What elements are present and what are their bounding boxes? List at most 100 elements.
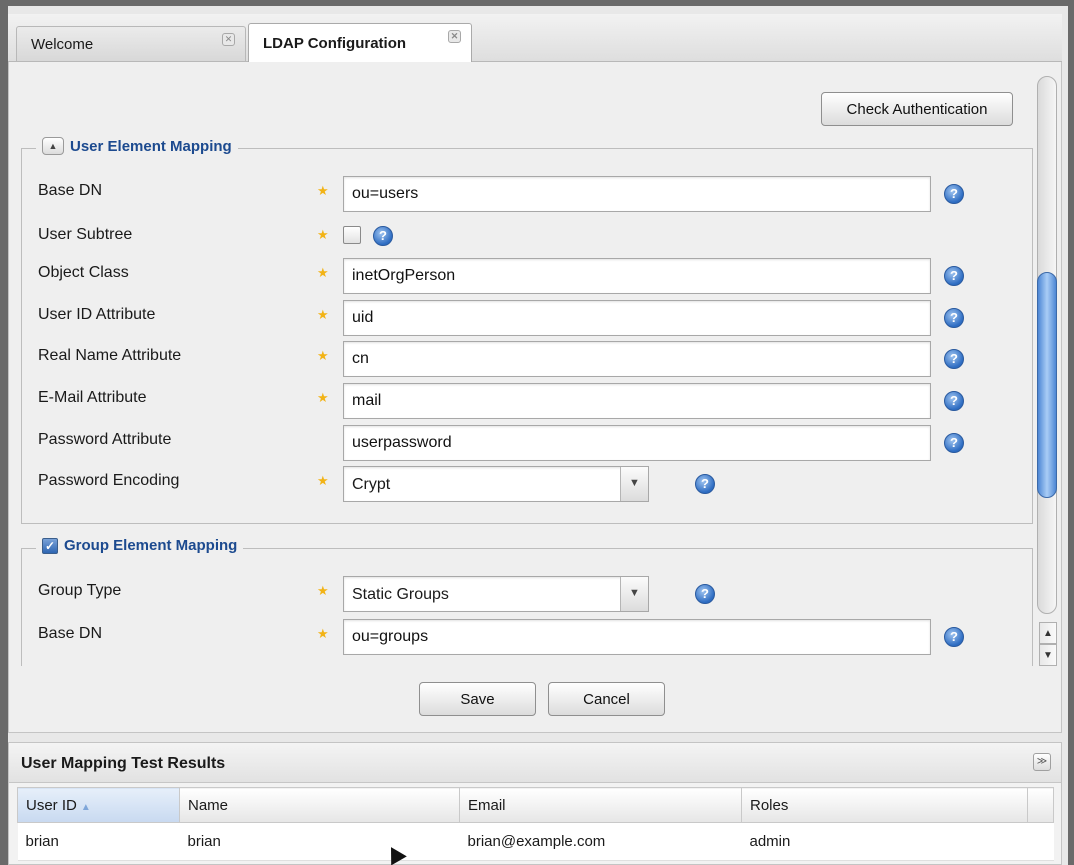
- star-icon: ★: [317, 348, 329, 363]
- password-attribute-row: Password Attribute ?: [38, 425, 1018, 461]
- close-icon[interactable]: ✕: [222, 33, 235, 46]
- cell-roles: admin: [741, 822, 1028, 861]
- group-element-mapping-section: ✓ Group Element Mapping Group Type ★ Sta…: [21, 537, 1033, 666]
- close-icon[interactable]: ✕: [448, 30, 461, 43]
- user-element-mapping-legend: ▲ User Element Mapping: [36, 137, 238, 155]
- password-attribute-input[interactable]: [343, 425, 931, 461]
- user-element-mapping-title: User Element Mapping: [70, 137, 232, 155]
- star-icon: ★: [317, 626, 329, 641]
- vertical-scrollbar[interactable]: ▲ ▼: [1035, 76, 1059, 666]
- results-title: User Mapping Test Results: [21, 755, 226, 772]
- partial-row: [38, 661, 1018, 666]
- user-subtree-checkbox[interactable]: [343, 226, 361, 244]
- group-base-dn-input[interactable]: [343, 619, 931, 655]
- object-class-row: Object Class ★ ?: [38, 258, 1018, 294]
- help-icon[interactable]: ?: [695, 584, 715, 604]
- form-scroll-area: Check Authentication ▲ User Element Mapp…: [9, 62, 1035, 666]
- group-element-mapping-legend: ✓ Group Element Mapping: [36, 537, 244, 554]
- help-icon[interactable]: ?: [695, 474, 715, 494]
- real-name-attribute-row: Real Name Attribute ★ ?: [38, 341, 1018, 377]
- column-header-label: Roles: [750, 796, 789, 814]
- help-icon[interactable]: ?: [944, 391, 964, 411]
- base-dn-row: Base DN ★ ?: [38, 176, 1018, 212]
- tab-ldap-label: LDAP Configuration: [263, 34, 407, 52]
- table-row[interactable]: brian brian brian@example.com admin: [17, 822, 1054, 861]
- column-header-label: Email: [468, 796, 506, 814]
- check-authentication-button[interactable]: Check Authentication: [821, 92, 1013, 126]
- group-type-value: Static Groups: [352, 586, 449, 603]
- email-attribute-row: E-Mail Attribute ★ ?: [38, 383, 1018, 419]
- column-header-spacer: [1027, 787, 1054, 823]
- results-header: User Mapping Test Results ≫: [9, 743, 1061, 783]
- password-encoding-value: Crypt: [352, 476, 391, 493]
- cell-user-id: brian: [17, 822, 180, 861]
- star-icon: ★: [317, 307, 329, 322]
- password-encoding-select[interactable]: Crypt ▼: [343, 466, 649, 502]
- group-type-label: Group Type: [38, 582, 122, 599]
- help-icon[interactable]: ?: [944, 627, 964, 647]
- email-attribute-input[interactable]: [343, 383, 931, 419]
- user-id-attribute-input[interactable]: [343, 300, 931, 336]
- group-base-dn-label: Base DN: [38, 625, 103, 642]
- group-element-mapping-title: Group Element Mapping: [64, 537, 238, 554]
- table-header-row: User ID ▲ Name Email Roles: [17, 787, 1054, 823]
- results-table: User ID ▲ Name Email Roles brian brian br…: [17, 787, 1054, 861]
- star-icon: ★: [317, 265, 329, 280]
- scroll-down-icon[interactable]: ▼: [1039, 644, 1057, 666]
- cell-spacer: [1027, 822, 1054, 861]
- user-subtree-label: User Subtree: [38, 226, 133, 243]
- scroll-up-icon[interactable]: ▲: [1039, 622, 1057, 644]
- password-encoding-row: Password Encoding ★ Crypt ▼ ?: [38, 466, 1018, 502]
- group-mapping-checkbox[interactable]: ✓: [42, 537, 58, 554]
- star-icon: ★: [317, 390, 329, 405]
- password-encoding-label: Password Encoding: [38, 472, 180, 489]
- tab-welcome[interactable]: Welcome ✕: [16, 26, 246, 61]
- ldap-config-panel: Check Authentication ▲ User Element Mapp…: [8, 62, 1062, 733]
- user-subtree-row: User Subtree ★ ?: [38, 220, 1018, 252]
- chevron-double-down-icon[interactable]: ≫: [1033, 753, 1051, 771]
- column-header-label: User ID: [26, 796, 77, 814]
- cancel-button[interactable]: Cancel: [548, 682, 665, 716]
- chevron-down-icon[interactable]: ▼: [620, 577, 648, 611]
- real-name-attribute-input[interactable]: [343, 341, 931, 377]
- email-attribute-label: E-Mail Attribute: [38, 389, 147, 406]
- tab-bar: Welcome ✕ LDAP Configuration ✕: [8, 14, 1062, 62]
- base-dn-input[interactable]: [343, 176, 931, 212]
- group-type-row: Group Type ★ Static Groups ▼ ?: [38, 576, 1018, 612]
- star-icon: ★: [317, 583, 329, 598]
- real-name-attribute-label: Real Name Attribute: [38, 347, 182, 364]
- tab-welcome-label: Welcome: [31, 35, 94, 53]
- help-icon[interactable]: ?: [944, 349, 964, 369]
- collapse-up-icon[interactable]: ▲: [42, 137, 64, 155]
- password-attribute-label: Password Attribute: [38, 431, 172, 448]
- save-button[interactable]: Save: [419, 682, 536, 716]
- help-icon[interactable]: ?: [944, 266, 964, 286]
- column-header-name[interactable]: Name: [179, 787, 460, 823]
- column-header-user-id[interactable]: User ID ▲: [17, 787, 180, 823]
- star-icon: ★: [317, 227, 329, 242]
- group-type-select[interactable]: Static Groups ▼: [343, 576, 649, 612]
- help-icon[interactable]: ?: [373, 226, 393, 246]
- user-element-mapping-section: ▲ User Element Mapping Base DN ★ ? User …: [21, 137, 1033, 524]
- cell-name: brian: [179, 822, 460, 861]
- base-dn-label: Base DN: [38, 182, 103, 199]
- help-icon[interactable]: ?: [944, 308, 964, 328]
- tab-ldap-configuration[interactable]: LDAP Configuration ✕: [248, 23, 472, 62]
- star-icon: ★: [317, 473, 329, 488]
- sort-ascending-icon: ▲: [80, 801, 91, 813]
- help-icon[interactable]: ?: [944, 433, 964, 453]
- star-icon: ★: [317, 183, 329, 198]
- object-class-label: Object Class: [38, 264, 129, 281]
- help-icon[interactable]: ?: [944, 184, 964, 204]
- group-base-dn-row: Base DN ★ ?: [38, 619, 1018, 655]
- chevron-down-icon[interactable]: ▼: [620, 467, 648, 501]
- column-header-roles[interactable]: Roles: [741, 787, 1028, 823]
- user-id-attribute-row: User ID Attribute ★ ?: [38, 300, 1018, 336]
- cell-email: brian@example.com: [459, 822, 742, 861]
- column-header-label: Name: [188, 796, 229, 814]
- user-id-attribute-label: User ID Attribute: [38, 306, 156, 323]
- object-class-input[interactable]: [343, 258, 931, 294]
- column-header-email[interactable]: Email: [459, 787, 742, 823]
- user-mapping-test-results-panel: User Mapping Test Results ≫ User ID ▲ Nam…: [8, 742, 1062, 865]
- scrollbar-thumb[interactable]: [1037, 272, 1057, 498]
